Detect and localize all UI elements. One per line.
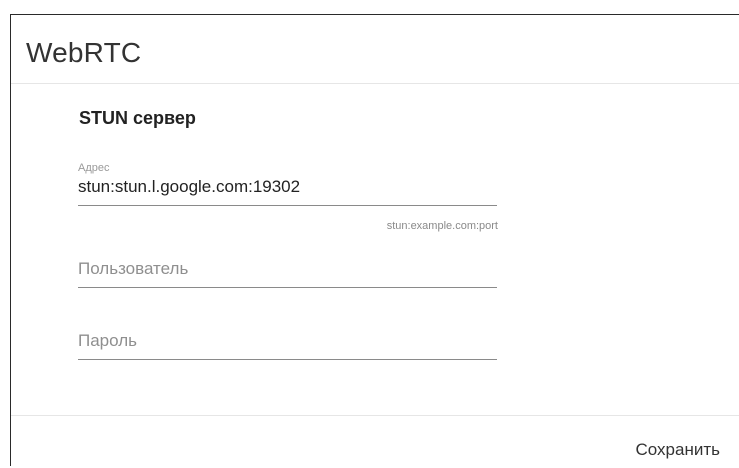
address-input[interactable]	[78, 177, 497, 206]
user-field-group	[78, 259, 497, 288]
user-input[interactable]	[78, 259, 497, 288]
address-hint: stun:example.com:port	[386, 220, 498, 232]
save-button[interactable]: Сохранить	[636, 440, 720, 460]
password-field-group	[78, 331, 497, 360]
address-label: Адрес	[78, 162, 110, 174]
dialog-header: WebRTC	[11, 15, 739, 84]
address-field-group: Адрес	[78, 162, 497, 206]
webrtc-dialog: WebRTC STUN сервер Адрес stun:example.co…	[10, 14, 739, 466]
dialog-footer: Сохранить	[11, 415, 739, 468]
dialog-title: WebRTC	[26, 37, 142, 68]
section-title-stun: STUN сервер	[79, 108, 196, 128]
password-input[interactable]	[78, 331, 497, 360]
